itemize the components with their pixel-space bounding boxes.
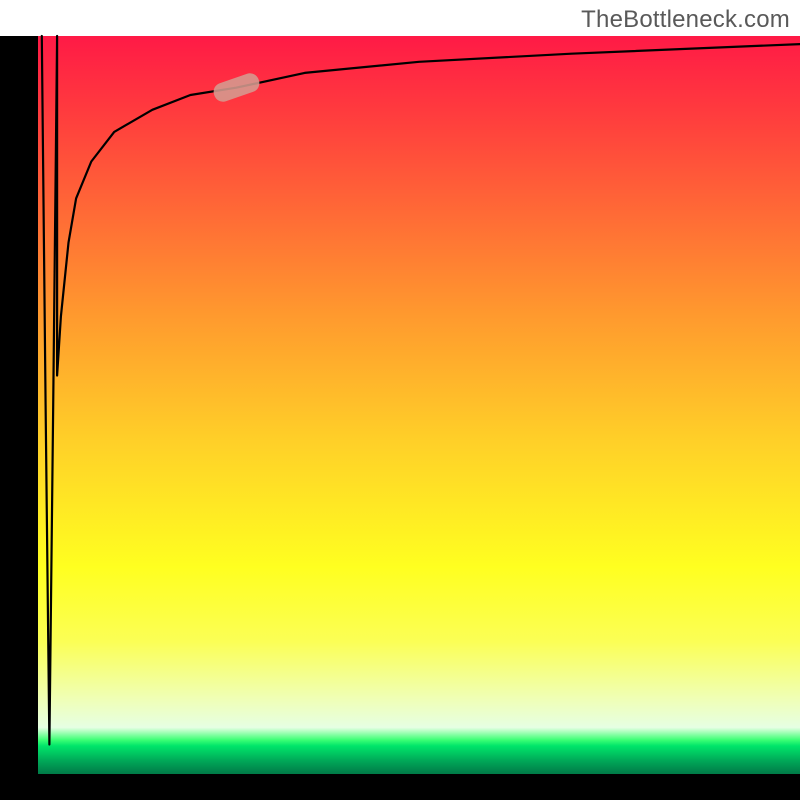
chart-curve-path [42,36,800,745]
attribution-text: TheBottleneck.com [581,6,790,34]
chart-curve-layer [38,36,800,774]
